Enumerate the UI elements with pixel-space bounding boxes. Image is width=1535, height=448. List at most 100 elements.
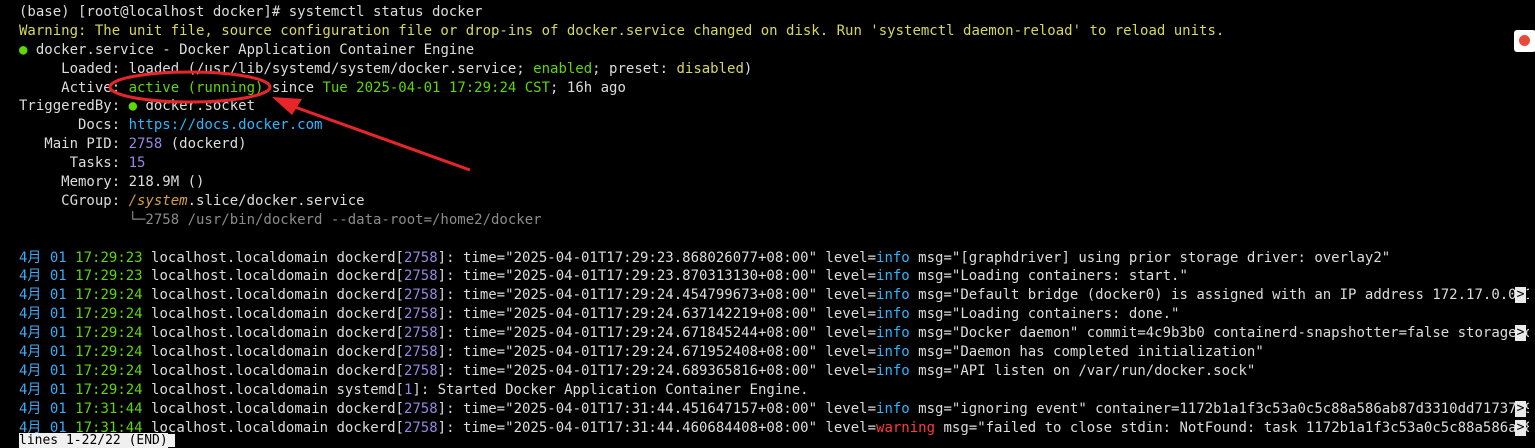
log-msg-key: msg= (909, 268, 952, 285)
log-quote: " (505, 400, 514, 417)
log-host: localhost.localdomain (151, 362, 329, 379)
log-level-key: " level= (808, 287, 877, 304)
app-logo-icon[interactable] (1514, 30, 1535, 52)
memory-value: 218.9M () (128, 174, 205, 191)
log-timestamp: 2025-04-01T17:29:23.870313130+08:00 (513, 268, 809, 285)
log-time-key: : time= (446, 287, 506, 304)
log-bracket: [ (395, 400, 404, 417)
log-bracket: ] (437, 306, 447, 323)
log-month: 4月 (19, 400, 42, 417)
log-day: 01 (49, 344, 67, 361)
log-level-key: " level= (808, 419, 877, 436)
log-time: 17:29:24 (75, 381, 143, 398)
log-space (328, 401, 336, 417)
log-month: 4月 (19, 287, 42, 304)
log-line: 4月 01 17:29:24 localhost.localdomain doc… (19, 324, 1529, 343)
log-bracket: ] (437, 249, 447, 266)
log-space (67, 268, 75, 284)
log-month: 4月 (19, 306, 42, 323)
log-day: 01 (49, 306, 67, 323)
log-msg-key: msg= (909, 287, 952, 304)
log-bracket: [ (395, 268, 404, 285)
log-level: info (876, 249, 910, 266)
log-level: info (876, 344, 910, 361)
pager-status: lines 1-22/22 (END) (19, 433, 168, 448)
log-month: 4月 (19, 268, 42, 285)
warning-line: Warning: The unit file, source configura… (19, 22, 1529, 41)
active-state: active (running) (128, 79, 264, 96)
log-space (41, 363, 49, 379)
docs-label: Docs: (19, 117, 129, 134)
log-pid: 2758 (403, 362, 438, 379)
active-label: Active: (19, 79, 129, 96)
pid-name: (dockerd) (162, 136, 247, 153)
log-message: "Loading containers: start." (951, 268, 1188, 285)
tasks-label: Tasks: (19, 155, 129, 172)
log-time-key: : time= (446, 268, 506, 285)
log-msg-key: msg= (935, 419, 978, 436)
log-line: 4月 01 17:29:24 localhost.localdomain doc… (19, 305, 1529, 324)
log-timestamp: 2025-04-01T17:29:24.689365816+08:00 (513, 362, 809, 379)
log-day: 01 (49, 249, 67, 266)
cursor-block (167, 434, 175, 447)
log-message: "API listen on /var/run/docker.sock" (951, 362, 1256, 379)
log-timestamp: 2025-04-01T17:29:24.671952408+08:00 (513, 344, 809, 361)
log-time-key: : time= (446, 249, 506, 266)
memory-label: Memory: (19, 174, 129, 191)
log-month: 4月 (19, 249, 42, 266)
cgroup-tree-line: └─2758 /usr/bin/dockerd --data-root=/hom… (19, 211, 1529, 230)
log-day: 01 (49, 268, 67, 285)
log-space (41, 325, 49, 341)
log-level-key: " level= (808, 344, 877, 361)
log-process: dockerd (336, 362, 396, 379)
log-space (143, 363, 151, 379)
active-date: Tue 2025-04-01 17:29:24 CST (322, 79, 551, 96)
log-timestamp: 2025-04-01T17:29:24.637142219+08:00 (513, 306, 809, 323)
log-host: localhost.localdomain (151, 419, 329, 436)
log-space (41, 268, 49, 284)
enabled-state: enabled (533, 60, 593, 77)
log-bracket: [ (395, 362, 404, 379)
log-host: localhost.localdomain (151, 306, 329, 323)
log-bracket: ] (437, 268, 447, 285)
log-process: systemd (336, 381, 396, 398)
docs-link[interactable]: https://docs.docker.com (129, 117, 323, 133)
log-space (328, 382, 336, 398)
log-space (41, 306, 49, 322)
truncation-marker: > (1515, 400, 1526, 417)
log-time: 17:29:23 (75, 249, 143, 266)
log-process: dockerd (336, 287, 396, 304)
log-host: localhost.localdomain (151, 400, 329, 417)
log-msg-key: msg= (909, 325, 952, 342)
log-line: 4月 01 17:29:24 localhost.localdomain doc… (19, 343, 1529, 362)
log-time: 17:29:24 (75, 325, 143, 342)
truncation-marker: > (1515, 325, 1526, 342)
loaded-close: ) (743, 60, 753, 77)
cgroup-line: CGroup: /system.slice/docker.service (19, 192, 1529, 211)
log-quote: " (505, 306, 514, 323)
log-space (41, 382, 49, 398)
log-time: 17:31:44 (75, 400, 143, 417)
log-time-key: : time= (446, 306, 506, 323)
log-space (41, 287, 49, 303)
log-bracket: [ (395, 325, 404, 342)
log-line: 4月 01 17:29:24 localhost.localdomain doc… (19, 286, 1529, 305)
truncation-marker: > (1515, 287, 1526, 304)
service-header-line: ● docker.service - Docker Application Co… (19, 41, 1529, 60)
log-msg-key: msg= (909, 400, 952, 417)
log-timestamp: 2025-04-01T17:29:24.671845244+08:00 (513, 325, 809, 342)
log-timestamp: 2025-04-01T17:31:44.451647157+08:00 (513, 400, 809, 417)
log-pid: 2758 (403, 306, 438, 323)
log-space (67, 382, 75, 398)
log-line: 4月 01 17:29:23 localhost.localdomain doc… (19, 267, 1529, 286)
log-level: warning (876, 419, 936, 436)
log-time-key: : time= (446, 344, 506, 361)
log-time: 17:29:23 (75, 268, 143, 285)
log-space (328, 420, 336, 436)
log-process: dockerd (336, 306, 396, 323)
log-quote: " (505, 325, 514, 342)
log-bracket: [ (395, 344, 404, 361)
log-level: info (876, 400, 910, 417)
log-pid: 2758 (403, 268, 438, 285)
log-time: 17:29:24 (75, 344, 143, 361)
